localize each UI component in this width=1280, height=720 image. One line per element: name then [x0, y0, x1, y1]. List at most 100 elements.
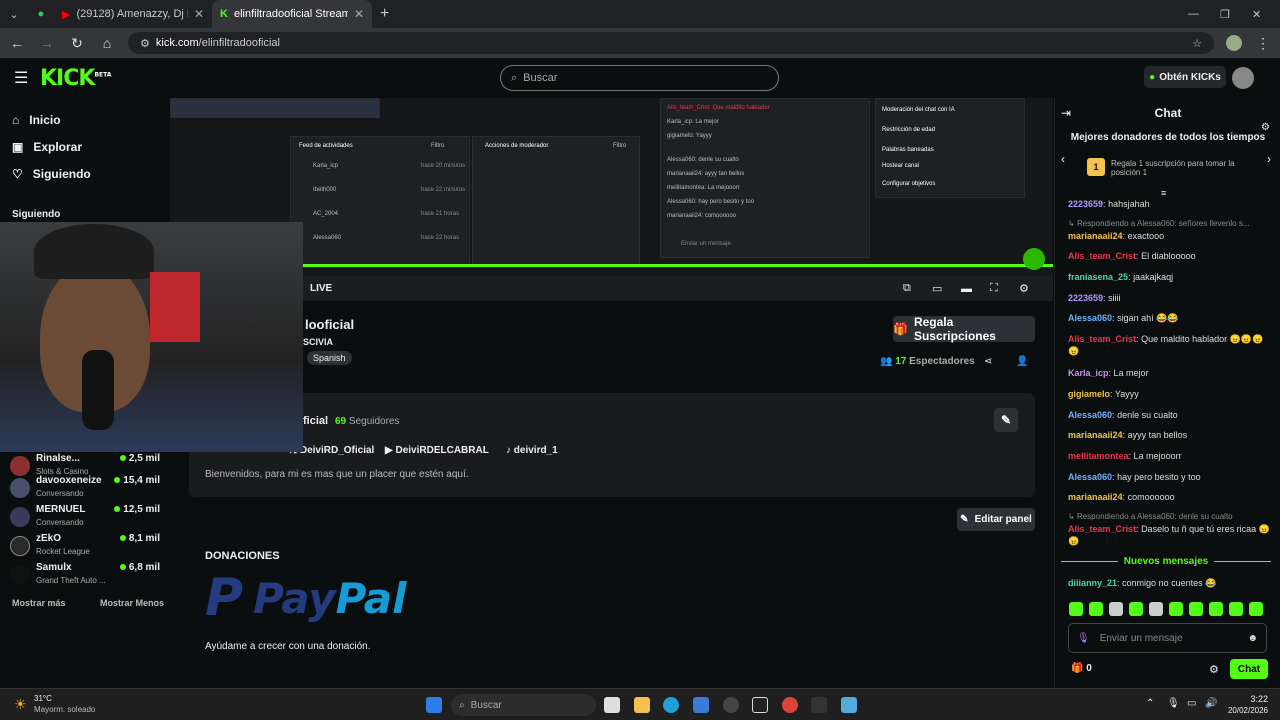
chat-message[interactable]: Alessa060: sigan ahí 😂😂	[1068, 312, 1273, 324]
windows-start-icon[interactable]	[426, 697, 442, 713]
emoji-icon[interactable]: ☻	[1247, 633, 1258, 644]
get-kicks-button[interactable]: ● Obtén KICKs	[1144, 66, 1226, 88]
chat-message[interactable]: franiasena_25: jaakajkaqj	[1068, 271, 1273, 283]
social-link-tiktok[interactable]: ♪ deivird_1	[506, 445, 558, 456]
store-icon[interactable]	[693, 697, 709, 713]
restore-window-icon[interactable]: ❐	[1212, 0, 1244, 28]
following-item[interactable]: MERNUEL Conversando 12,5 mil	[10, 504, 160, 533]
show-less-link[interactable]: Mostrar Menos	[100, 598, 164, 608]
chat-message[interactable]: Alis_team_Crist: Que maldito hablador 😠😠…	[1068, 333, 1273, 357]
new-tab-button[interactable]: +	[372, 0, 397, 28]
weather-temp[interactable]: 31°C	[34, 694, 52, 703]
clock-time[interactable]: 3:22	[1222, 694, 1268, 704]
kicks-balance[interactable]: 🎁 0	[1071, 663, 1092, 674]
emote-icon[interactable]	[1189, 602, 1203, 616]
taskbar-search[interactable]: ⌕ Buscar	[451, 694, 596, 716]
back-icon[interactable]: ←	[8, 35, 26, 51]
chat-message[interactable]: marianaaii24: comoooooo	[1068, 491, 1273, 503]
nav-inicio[interactable]: ⌂ Inicio	[0, 106, 170, 133]
chat-send-button[interactable]: Chat	[1230, 659, 1268, 679]
tab-kick[interactable]: K elinfiltradooficial Stream - Wat ✕	[212, 0, 372, 28]
chat-message[interactable]: gigiamelo: Yayyy	[1068, 388, 1273, 400]
emote-icon[interactable]	[1149, 602, 1163, 616]
pinned-expand-icon[interactable]: ≡	[1161, 188, 1166, 198]
mic-tray-icon[interactable]: 🎙	[1167, 698, 1180, 709]
whatsapp-tab-icon[interactable]: ●	[28, 0, 54, 28]
minimize-window-icon[interactable]: —	[1180, 0, 1212, 28]
emote-icon[interactable]	[1069, 602, 1083, 616]
show-more-link[interactable]: Mostrar más	[12, 598, 66, 608]
paypal-logo[interactable]: P PayPal	[205, 572, 407, 624]
chat-input[interactable]: 🎙 Enviar un mensaje ☻	[1068, 623, 1267, 653]
emote-icon[interactable]	[1229, 602, 1243, 616]
category-link[interactable]: SCIVIA	[303, 337, 333, 347]
forward-icon[interactable]: →	[38, 35, 56, 51]
miniplayer-icon[interactable]: ▭	[932, 282, 942, 295]
search-input[interactable]: ⌕ Buscar	[500, 65, 779, 91]
pip-icon[interactable]: ⧉	[903, 282, 911, 295]
emote-icon[interactable]	[1129, 602, 1143, 616]
fullscreen-icon[interactable]: ⛶	[990, 282, 998, 295]
profile-avatar[interactable]	[1226, 35, 1242, 51]
follow-user-icon[interactable]: 👤	[1016, 356, 1028, 367]
new-messages-divider[interactable]: Nuevos mensajes	[1061, 556, 1271, 567]
app-icon[interactable]	[841, 697, 857, 713]
microphone-icon[interactable]: 🎙	[1077, 633, 1090, 644]
chat-input-settings-icon[interactable]: ⚙	[1209, 663, 1219, 676]
chat-message[interactable]: 2223659: hahsjahah	[1068, 198, 1273, 210]
theater-mode-icon[interactable]: ▬	[961, 283, 972, 295]
close-window-icon[interactable]: ✕	[1244, 0, 1280, 28]
capcut-icon[interactable]	[752, 697, 768, 713]
chat-message[interactable]: Karla_icp: La mejor	[1068, 367, 1273, 379]
chat-message[interactable]: mellitamontea: La mejooorr	[1068, 450, 1273, 462]
following-item[interactable]: davooxeneize Conversando 15,4 mil	[10, 475, 160, 504]
language-tag[interactable]: Spanish	[307, 351, 352, 365]
chat-message[interactable]: marianaaii24: ayyy tan bellos	[1068, 429, 1273, 441]
emote-icon[interactable]	[1249, 602, 1263, 616]
close-tab-icon[interactable]: ✕	[354, 7, 364, 21]
chat-message[interactable]: Alessa060: hay pero besito y too	[1068, 471, 1273, 483]
clock-date[interactable]: 20/02/2026	[1222, 706, 1268, 715]
hamburger-menu-icon[interactable]: ☰	[14, 68, 28, 88]
tray-chevron-icon[interactable]: ⌃	[1146, 698, 1154, 709]
home-icon[interactable]: ⌂	[98, 35, 116, 51]
gift-subscriptions-button[interactable]: 🎁 Regala Suscripciones	[893, 315, 1035, 343]
volume-icon[interactable]: 🔊	[1205, 698, 1217, 709]
site-info-icon[interactable]: ⚙	[140, 37, 150, 50]
file-explorer-icon[interactable]	[634, 697, 650, 713]
social-link-youtube[interactable]: ▶ DeiviRDELCABRAL	[385, 445, 489, 456]
chat-message[interactable]: marianaaii24: exactooo	[1068, 230, 1273, 242]
emote-icon[interactable]	[1109, 602, 1123, 616]
browser-menu-icon[interactable]: ⋮	[1254, 35, 1272, 52]
chat-message[interactable]: Alis_team_Crist: Daselo tu ñ que tú eres…	[1068, 523, 1273, 547]
tab-menu-button[interactable]: ⌄	[0, 0, 28, 28]
edit-about-button[interactable]: ✎	[994, 408, 1018, 432]
user-avatar[interactable]	[1232, 67, 1254, 89]
edge-icon[interactable]	[663, 697, 679, 713]
nav-siguiendo[interactable]: ♡ Siguiendo	[0, 160, 170, 187]
chat-message[interactable]: Alessa060: denle su cualto	[1068, 409, 1273, 421]
chat-message[interactable]: diiianny_21: conmigo no cuentes 😂	[1068, 577, 1273, 589]
following-item[interactable]: zEkO Rocket League 8,1 mil	[10, 533, 160, 562]
network-icon[interactable]: ▭	[1187, 698, 1196, 709]
nav-explorar[interactable]: ▣ Explorar	[0, 133, 170, 160]
close-tab-icon[interactable]: ✕	[194, 7, 204, 21]
bookmark-star-icon[interactable]: ☆	[1192, 37, 1202, 50]
url-field[interactable]: ⚙ kick.com/elinfiltradooficial ☆	[128, 32, 1214, 54]
reload-icon[interactable]: ↻	[68, 35, 86, 52]
tab-youtube[interactable]: ▶ (29128) Amenazzy, Dj Maff - Pl ✕	[54, 0, 212, 28]
emote-icon[interactable]	[1209, 602, 1223, 616]
edit-panel-button[interactable]: ✎ Editar panel	[957, 508, 1035, 531]
prev-donor-icon[interactable]: ‹	[1061, 152, 1065, 166]
next-donor-icon[interactable]: ›	[1267, 152, 1271, 166]
emote-icon[interactable]	[1169, 602, 1183, 616]
app-icon[interactable]	[723, 697, 739, 713]
following-item[interactable]: Samulx Grand Theft Auto ... 6,8 mil	[10, 562, 160, 591]
chat-message[interactable]: Alis_team_Crist: El diablooooo	[1068, 250, 1273, 262]
chrome-icon[interactable]	[782, 697, 798, 713]
epic-games-icon[interactable]	[811, 697, 827, 713]
chat-message[interactable]: 2223659: siiii	[1068, 292, 1273, 304]
task-view-icon[interactable]	[604, 697, 620, 713]
share-icon[interactable]: ⋖	[984, 356, 992, 367]
emote-icon[interactable]	[1089, 602, 1103, 616]
